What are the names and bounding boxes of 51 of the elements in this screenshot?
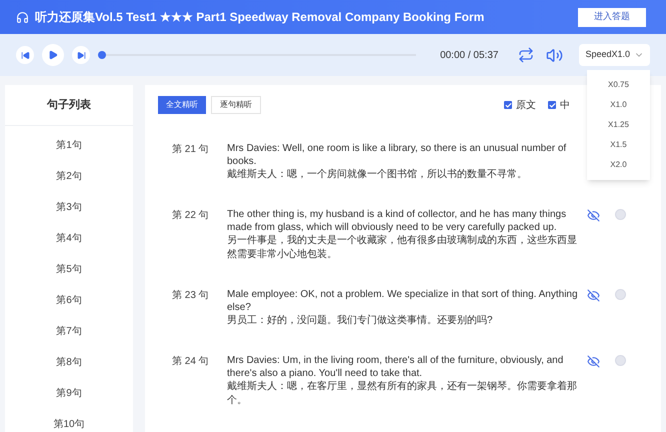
- sentence-list-item[interactable]: 第4句: [56, 231, 82, 246]
- time-display: 00:00 / 05:37: [440, 48, 498, 62]
- sentence-list-item[interactable]: 第9句: [56, 386, 82, 401]
- progress-thumb[interactable]: [98, 51, 106, 59]
- checkbox[interactable]: [548, 101, 556, 109]
- previous-button[interactable]: [16, 46, 34, 64]
- sidebar-title: 句子列表: [5, 85, 133, 126]
- start-answer-button[interactable]: 进入答题: [578, 8, 646, 26]
- play-button[interactable]: [42, 44, 64, 66]
- skip-back-icon: [20, 50, 30, 60]
- skip-forward-icon: [76, 50, 86, 60]
- sentence-number: 第 23 句: [172, 289, 210, 303]
- eye-off-icon[interactable]: [587, 289, 600, 302]
- volume-icon[interactable]: [546, 46, 564, 64]
- repeat-icon[interactable]: [518, 47, 534, 63]
- speed-option[interactable]: X0.75: [608, 78, 629, 91]
- chinese-text: 男员工：好的，没问题。我们专门做这类事情。还要别的吗?: [227, 314, 494, 328]
- eye-off-icon[interactable]: [587, 355, 600, 368]
- sentence-list-item[interactable]: 第10句: [53, 417, 85, 432]
- chinese-text: 戴维斯夫人：嗯，一个房间就像一个图书馆，所以书的数量不寻常。: [227, 168, 528, 182]
- checkbox[interactable]: [504, 101, 512, 109]
- english-text: Mrs Davies: Um, in the living room, there's all of the furniture, obviously, and there's also a piano. You'll need to take that.: [227, 354, 564, 380]
- mode-tab[interactable]: 全文精听: [158, 96, 206, 114]
- checkbox-label: 中: [560, 98, 570, 112]
- mode-tab[interactable]: 逐句精听: [211, 96, 261, 114]
- sentence-list-item[interactable]: 第8句: [56, 355, 82, 370]
- sentence-list-item[interactable]: 第6句: [56, 293, 82, 308]
- page-title: 听力还原集Vol.5 Test1 ★★★ Part1 Speedway Removal Company Booking Form: [35, 9, 484, 26]
- english-text: Male employee: OK, not a problem. We specialize in that sort of thing. Anything else?: [227, 288, 579, 314]
- english-text: Mrs Davies: Well, one room is like a library, so there is an unusual number of books.: [227, 142, 568, 168]
- eye-off-icon[interactable]: [587, 209, 600, 222]
- speed-option[interactable]: X2.0: [610, 158, 627, 171]
- sentence-list-item[interactable]: 第5句: [56, 262, 82, 277]
- sentence-number: 第 21 句: [172, 143, 210, 157]
- sentence-list-item[interactable]: 第7句: [56, 324, 82, 339]
- checkbox-label: 原文: [516, 98, 536, 112]
- english-text: The other thing is, my husband is a kind of collector, and he has many things made from glass, which will obviously need to be very carefully packed up.: [227, 208, 568, 234]
- sentence-list-item[interactable]: 第1句: [56, 138, 82, 153]
- sentence-number: 第 22 句: [172, 209, 210, 223]
- next-button[interactable]: [72, 46, 90, 64]
- chinese-text: 戴维斯夫人：嗯，在客厅里，显然有所有的家具，还有一架钢琴。你需要拿着那个。: [227, 380, 578, 408]
- sentence-number: 第 24 句: [172, 355, 210, 369]
- speed-select[interactable]: SpeedX1.0: [579, 44, 650, 66]
- headphones-icon: [16, 10, 29, 24]
- sentence-list-item[interactable]: 第2句: [56, 169, 82, 184]
- sentence-list-item[interactable]: 第3句: [56, 200, 82, 215]
- play-icon: [48, 50, 58, 60]
- speed-option[interactable]: X1.25: [608, 118, 629, 131]
- speed-option[interactable]: X1.5: [610, 138, 627, 151]
- chinese-text: 另一件事是，我的丈夫是一个收藏家，他有很多由玻璃制成的东西，这些东西显然需要非常小心地包装。: [227, 234, 578, 262]
- speed-option[interactable]: X1.0: [610, 98, 627, 111]
